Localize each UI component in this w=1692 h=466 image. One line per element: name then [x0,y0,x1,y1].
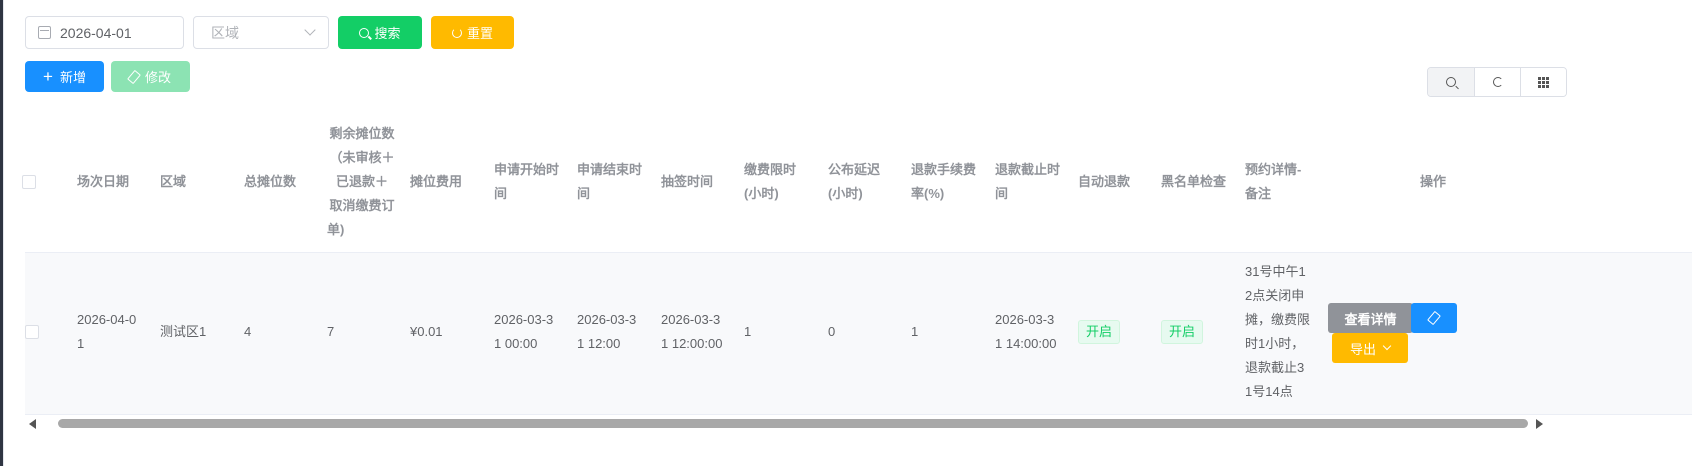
add-button[interactable]: + 新增 [25,61,104,92]
cell-publish-delay: 0 [828,324,836,339]
col-draw-time: 抽签时间 [661,174,714,189]
table-tools [1427,67,1567,97]
refresh-icon [1492,77,1503,87]
row-checkbox[interactable] [25,325,39,339]
cell-total: 4 [244,324,252,339]
cell-region: 测试区1 [160,324,207,339]
search-button-label: 搜索 [374,26,401,41]
col-pay-limit: 缴费限时 (小时) [744,162,797,201]
view-details-button[interactable]: 查看详情 [1328,303,1413,333]
cell-apply-start: 2026-03-3 1 00:00 [494,312,554,351]
search-icon [359,27,370,38]
view-details-label: 查看详情 [1344,311,1397,327]
cell-draw-time: 2026-03-3 1 12:00:00 [661,312,723,351]
col-total: 总摊位数 [244,174,297,189]
col-remaining: 剩余摊位数 （未审核＋ 已退款＋ 取消缴费订 单) [327,126,395,237]
col-booking-note: 预约详情- 备注 [1245,162,1302,201]
date-picker-input[interactable]: 2026-04-01 [25,16,184,49]
column-settings-button[interactable] [1520,68,1566,96]
chevron-down-icon [304,24,316,36]
cell-apply-end: 2026-03-3 1 12:00 [577,312,637,351]
col-apply-start: 申请开始时间 [494,162,560,201]
calendar-icon [38,26,51,39]
horizontal-scrollbar[interactable] [25,414,1547,432]
reset-button-label: 重置 [466,26,493,41]
cell-fee: ¥0.01 [410,324,443,339]
edit-button[interactable]: 修改 [111,61,190,92]
region-placeholder: 区域 [211,24,239,41]
col-refund-deadline: 退款截止时间 [995,162,1061,201]
col-fee: 摊位费用 [410,174,463,189]
table-header: 场次日期 区域 总摊位数 剩余摊位数 （未审核＋ 已退款＋ 取消缴费订 单) 摊… [22,112,1692,253]
cell-remaining: 7 [327,324,335,339]
col-date: 场次日期 [77,174,130,189]
reset-button[interactable]: 重置 [431,16,514,49]
col-auto-refund: 自动退款 [1078,174,1131,189]
cell-booking-note: 31号中午1 2点关闭申 摊，缴费限 时1小时， 退款截止3 1号14点 [1245,264,1311,399]
refresh-icon [451,27,462,38]
search-button[interactable]: 搜索 [338,16,422,49]
col-region: 区域 [160,174,187,189]
refresh-table-button[interactable] [1474,68,1520,96]
edit-button-label: 修改 [144,70,171,85]
row-edit-button[interactable] [1411,303,1457,333]
chevron-down-icon [1382,341,1392,351]
col-actions: 操作 [1420,174,1447,189]
col-publish-delay: 公布延迟 (小时) [828,162,881,201]
cell-pay-limit: 1 [744,324,752,339]
edit-icon [1427,310,1441,326]
region-select[interactable]: 区域 [193,16,329,49]
plus-icon: + [43,67,53,86]
scrollbar-thumb[interactable] [58,419,1528,428]
scroll-right-arrow-icon[interactable] [1536,419,1543,429]
scroll-left-arrow-icon[interactable] [29,419,36,429]
cell-refund-deadline: 2026-03-3 1 14:00:00 [995,312,1057,351]
cell-refund-fee-rate: 1 [911,324,919,339]
search-bar: 2026-04-01 区域 搜索 重置 [25,16,514,49]
cell-date: 2026-04-0 1 [77,312,137,351]
date-value: 2026-04-01 [60,24,132,41]
edit-icon [127,69,141,84]
select-all-checkbox[interactable] [22,175,36,189]
col-refund-fee-rate: 退款手续费 率(%) [911,162,977,201]
blacklist-check-status-badge: 开启 [1161,320,1204,344]
col-apply-end: 申请结束时间 [577,162,643,201]
export-label: 导出 [1349,341,1376,357]
search-icon [1446,77,1456,87]
col-blacklist-check: 黑名单检查 [1161,174,1227,189]
table-row[interactable]: 2026-04-0 1 测试区1 4 7 ¥0.01 2026-03-3 1 00:… [25,253,1692,415]
auto-refund-status-badge: 开启 [1078,320,1121,344]
add-button-label: 新增 [59,70,86,85]
columns-icon [1538,76,1549,88]
toggle-search-button[interactable] [1428,68,1474,96]
export-dropdown-button[interactable]: 导出 [1332,333,1408,363]
